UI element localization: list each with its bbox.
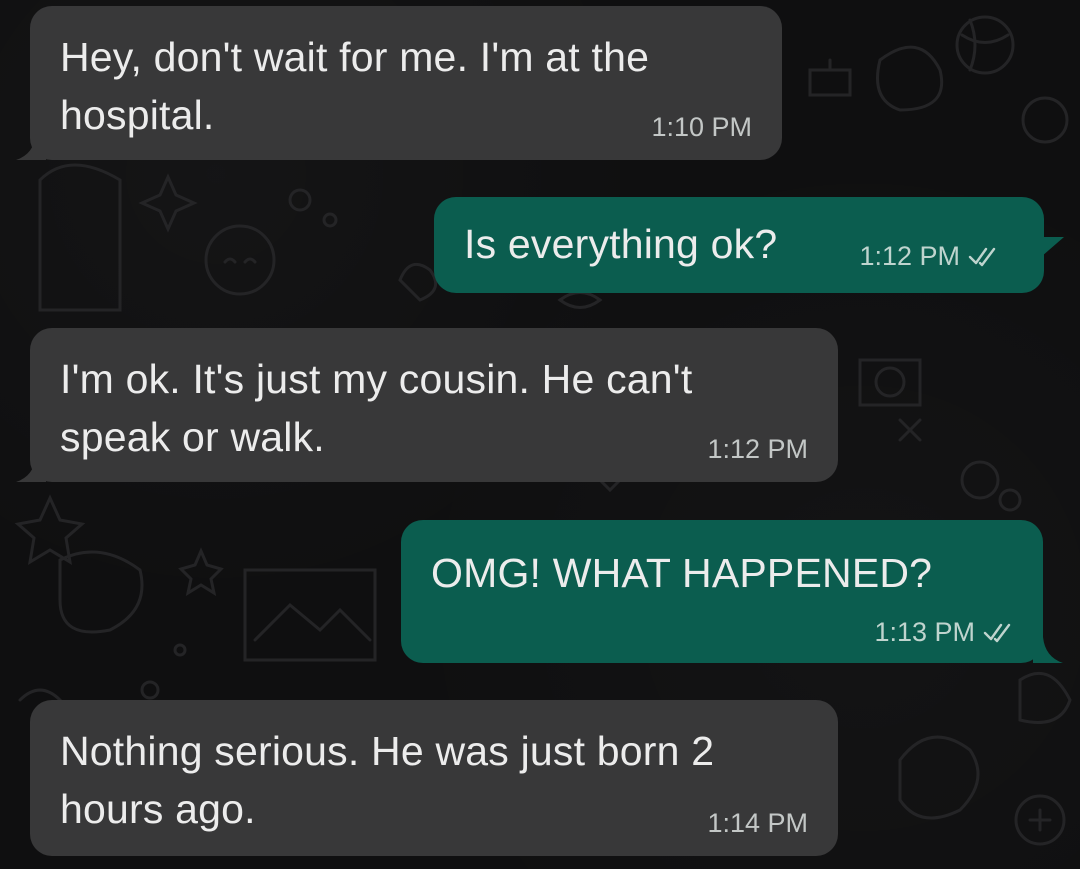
message-text: I'm ok. It's just my cousin. He can't sp… <box>60 356 693 460</box>
message-timestamp: 1:13 PM <box>874 617 975 647</box>
incoming-message[interactable]: I'm ok. It's just my cousin. He can't sp… <box>16 328 838 482</box>
outgoing-message[interactable]: OMG! WHAT HAPPENED? 1:13 PM <box>401 520 1063 663</box>
message-meta: 1:10 PM <box>651 112 752 142</box>
bubble-tail <box>16 456 46 482</box>
message-timestamp: 1:10 PM <box>651 112 752 142</box>
outgoing-message[interactable]: Is everything ok? 1:12 PM <box>434 197 1064 293</box>
message-text: Hey, don't wait for me. I'm at the hospi… <box>60 34 650 138</box>
message-meta: 1:13 PM <box>874 617 1013 647</box>
message-timestamp: 1:12 PM <box>707 434 808 464</box>
message-meta: 1:12 PM <box>859 241 998 271</box>
double-check-icon <box>983 623 1011 643</box>
double-check-icon <box>968 247 996 267</box>
bubble-tail <box>16 134 46 160</box>
chat-window: Hey, don't wait for me. I'm at the hospi… <box>0 0 1080 869</box>
message-meta: 1:14 PM <box>707 808 808 838</box>
message-meta: 1:12 PM <box>707 434 808 464</box>
message-timestamp: 1:14 PM <box>707 808 808 838</box>
message-text: OMG! WHAT HAPPENED? <box>431 550 933 596</box>
message-text: Nothing serious. He was just born 2 hour… <box>60 728 715 832</box>
incoming-message[interactable]: Hey, don't wait for me. I'm at the hospi… <box>16 6 782 160</box>
incoming-message[interactable]: Nothing serious. He was just born 2 hour… <box>30 700 838 856</box>
message-timestamp: 1:12 PM <box>859 241 960 271</box>
bubble-tail <box>1033 637 1063 663</box>
bubble-tail <box>1034 237 1064 263</box>
